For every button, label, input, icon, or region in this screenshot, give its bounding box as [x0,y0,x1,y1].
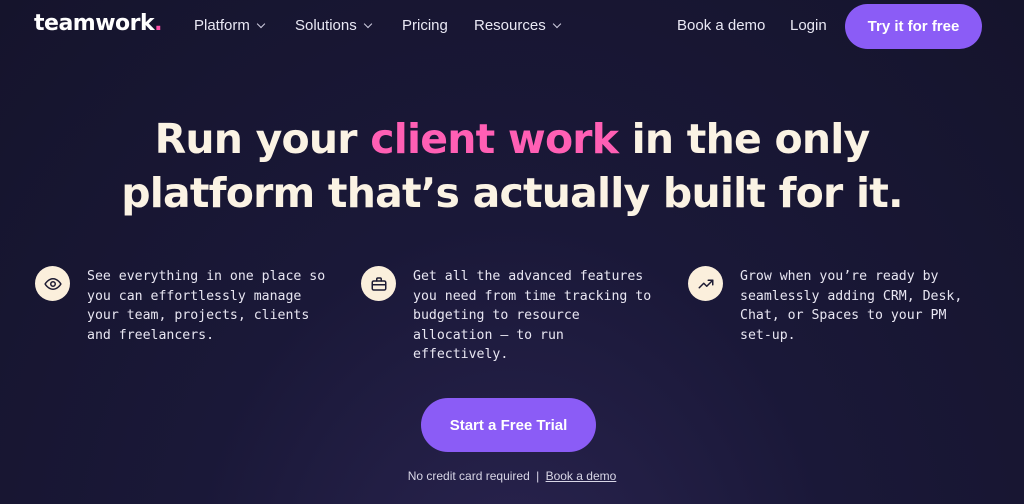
headline-line-2: platform that’s actually built for it. [121,169,903,217]
start-free-trial-button[interactable]: Start a Free Trial [421,398,596,452]
feature-item: Grow when you’re ready by seamlessly add… [688,266,982,345]
nav-platform[interactable]: Platform [194,17,266,34]
trending-up-icon [688,266,723,301]
chevron-down-icon [552,19,561,28]
nav-pricing[interactable]: Pricing [402,17,448,34]
eye-icon [35,266,70,301]
nav-resources-label: Resources [474,17,546,34]
nav-login-label: Login [790,17,827,34]
feature-text: See everything in one place so you can e… [87,269,326,343]
chevron-down-icon [363,19,372,28]
headline-post: in the only [618,115,871,163]
feature-item: See everything in one place so you can e… [35,266,329,345]
chevron-down-icon [256,19,266,28]
top-navigation: teamwork. Platform Solutions Pricing Res… [0,0,1024,52]
nav-solutions-label: Solutions [295,17,357,34]
try-it-free-button[interactable]: Try it for free [845,4,982,49]
nav-book-demo-link[interactable]: Book a demo [677,17,765,34]
note-separator: | [536,469,540,483]
headline-accent: client work [370,115,619,163]
nav-platform-label: Platform [194,17,250,34]
no-credit-card-text: No credit card required [407,469,530,483]
nav-book-demo-label: Book a demo [677,17,766,34]
headline-line-1: Run your client work in the only [0,112,1024,166]
headline-pre: Run your [154,115,371,163]
hero-headline: Run your client work in the only platfor… [0,112,1024,220]
logo-text: teamwork [34,11,155,36]
nav-pricing-label: Pricing [402,17,448,34]
feature-text: Grow when you’re ready by seamlessly add… [740,269,963,343]
feature-item: Get all the advanced features you need f… [361,266,655,365]
briefcase-icon [361,266,396,301]
teamwork-logo[interactable]: teamwork. [34,11,162,36]
book-demo-link[interactable]: Book a demo [546,469,617,483]
cta-note: No credit card required | Book a demo [0,469,1024,483]
nav-solutions[interactable]: Solutions [295,17,372,34]
feature-text: Get all the advanced features you need f… [413,269,652,362]
logo-dot: . [154,11,162,36]
nav-resources[interactable]: Resources [474,17,561,34]
nav-login-link[interactable]: Login [790,17,827,34]
